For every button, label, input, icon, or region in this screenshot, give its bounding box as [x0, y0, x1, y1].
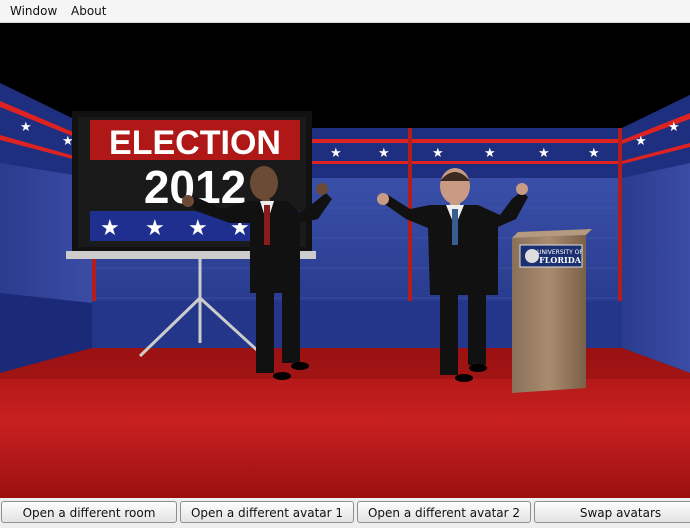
- svg-text:★: ★: [188, 216, 208, 241]
- open-room-button[interactable]: Open a different room: [1, 501, 177, 523]
- seal-text-bottom: FLORIDA: [539, 255, 582, 265]
- svg-text:★: ★: [432, 146, 444, 161]
- svg-text:★: ★: [20, 120, 32, 135]
- menu-about[interactable]: About: [65, 0, 112, 22]
- svg-text:★: ★: [145, 216, 165, 241]
- debate-stage-view[interactable]: ★ ★ ★ ★ ★ ★ ★ ★ ★ ★ ELECTION 2012 ★ ★ ★ …: [0, 23, 690, 498]
- menu-window[interactable]: Window: [4, 0, 63, 22]
- open-avatar2-button[interactable]: Open a different avatar 2: [357, 501, 531, 523]
- svg-text:★: ★: [330, 146, 342, 161]
- svg-text:★: ★: [62, 134, 74, 149]
- button-bar: Open a different room Open a different a…: [0, 498, 690, 528]
- open-avatar1-button[interactable]: Open a different avatar 1: [180, 501, 354, 523]
- svg-text:★: ★: [588, 146, 600, 161]
- svg-text:★: ★: [538, 146, 550, 161]
- podium: UNIVERSITY OF FLORIDA: [512, 229, 592, 393]
- swap-avatars-button[interactable]: Swap avatars: [534, 501, 690, 523]
- svg-text:★: ★: [484, 146, 496, 161]
- banner-line1: ELECTION: [109, 124, 281, 162]
- svg-text:★: ★: [635, 134, 647, 149]
- stage-scene: ★ ★ ★ ★ ★ ★ ★ ★ ★ ★ ELECTION 2012 ★ ★ ★ …: [0, 83, 690, 498]
- svg-text:★: ★: [668, 120, 680, 135]
- menu-bar: Window About: [0, 0, 690, 23]
- svg-text:★: ★: [378, 146, 390, 161]
- svg-text:★: ★: [100, 216, 120, 241]
